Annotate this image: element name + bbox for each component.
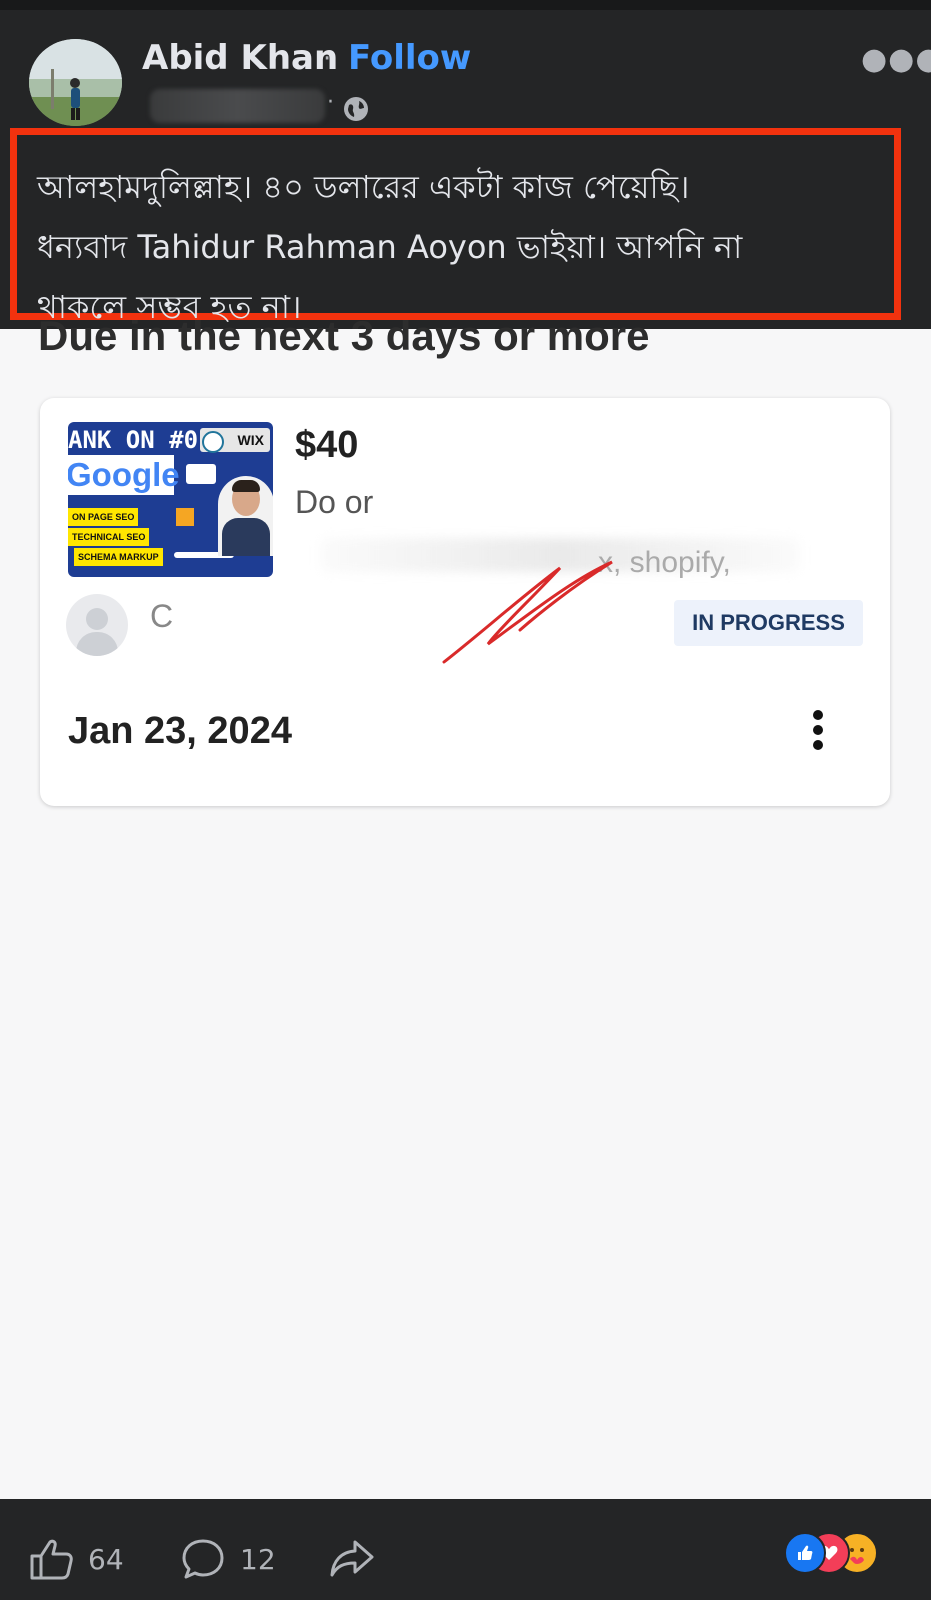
gig-thumbnail: ANK ON #01 WIX Google ON PAGE SEO TECHNI… (68, 422, 273, 577)
comment-icon (182, 1539, 224, 1579)
wordpress-logo-icon (202, 431, 224, 453)
shopify-logo-icon (186, 464, 216, 484)
like-button[interactable]: 64 (28, 1537, 124, 1581)
like-reaction-icon (784, 1532, 826, 1574)
thumbnail-brand-text: Google (68, 455, 180, 495)
seller-photo (218, 476, 273, 556)
comment-count: 12 (240, 1542, 276, 1576)
caption-line-1: আলহামদুলিল্লাহ। ৪০ ডলারের একটা কাজ পেয়ে… (37, 168, 690, 206)
reaction-summary[interactable] (784, 1532, 904, 1574)
more-options-icon[interactable]: ●●● (861, 42, 931, 77)
globe-icon (344, 97, 368, 121)
buyer-avatar-icon (66, 594, 128, 656)
caption-line-3: থাকলে সম্ভব হত না। (37, 288, 302, 326)
share-icon (330, 1540, 374, 1577)
author-name[interactable]: Abid Khan (142, 38, 338, 78)
thumbnail-tag: ON PAGE SEO (68, 508, 139, 526)
caption-line-2: ধন্যবাদ Tahidur Rahman Aoyon ভাইয়া। আপন… (37, 228, 743, 266)
author-avatar[interactable] (29, 39, 122, 126)
name-separator: · (323, 44, 332, 74)
thumbnail-tag: SCHEMA MARKUP (74, 548, 163, 566)
top-edge (0, 0, 931, 10)
status-badge: IN PROGRESS (674, 600, 863, 646)
thumbnail-tag: TECHNICAL SEO (68, 528, 150, 546)
order-description: Do or (295, 484, 374, 520)
comment-button[interactable]: 12 (180, 1537, 276, 1581)
thumbnail-rank-text: ANK ON #01 (68, 426, 213, 454)
analytics-icon (176, 508, 194, 526)
meta-separator: · (327, 90, 334, 115)
thumbs-up-icon (30, 1539, 73, 1580)
buyer-name-fragment: C (150, 598, 174, 634)
order-price: $40 (295, 424, 359, 466)
order-card: ANK ON #01 WIX Google ON PAGE SEO TECHNI… (40, 398, 890, 806)
post-caption: আলহামদুলিল্লাহ। ৪০ ডলারের একটা কাজ পেয়ে… (10, 128, 901, 326)
red-scribble-mark (442, 560, 613, 664)
share-button[interactable] (328, 1537, 376, 1581)
follow-button[interactable]: Follow (348, 38, 471, 78)
order-date: Jan 23, 2024 (68, 710, 292, 752)
kebab-menu-icon[interactable] (798, 706, 838, 762)
post-timestamp-blurred (150, 89, 325, 123)
like-count: 64 (88, 1542, 124, 1576)
